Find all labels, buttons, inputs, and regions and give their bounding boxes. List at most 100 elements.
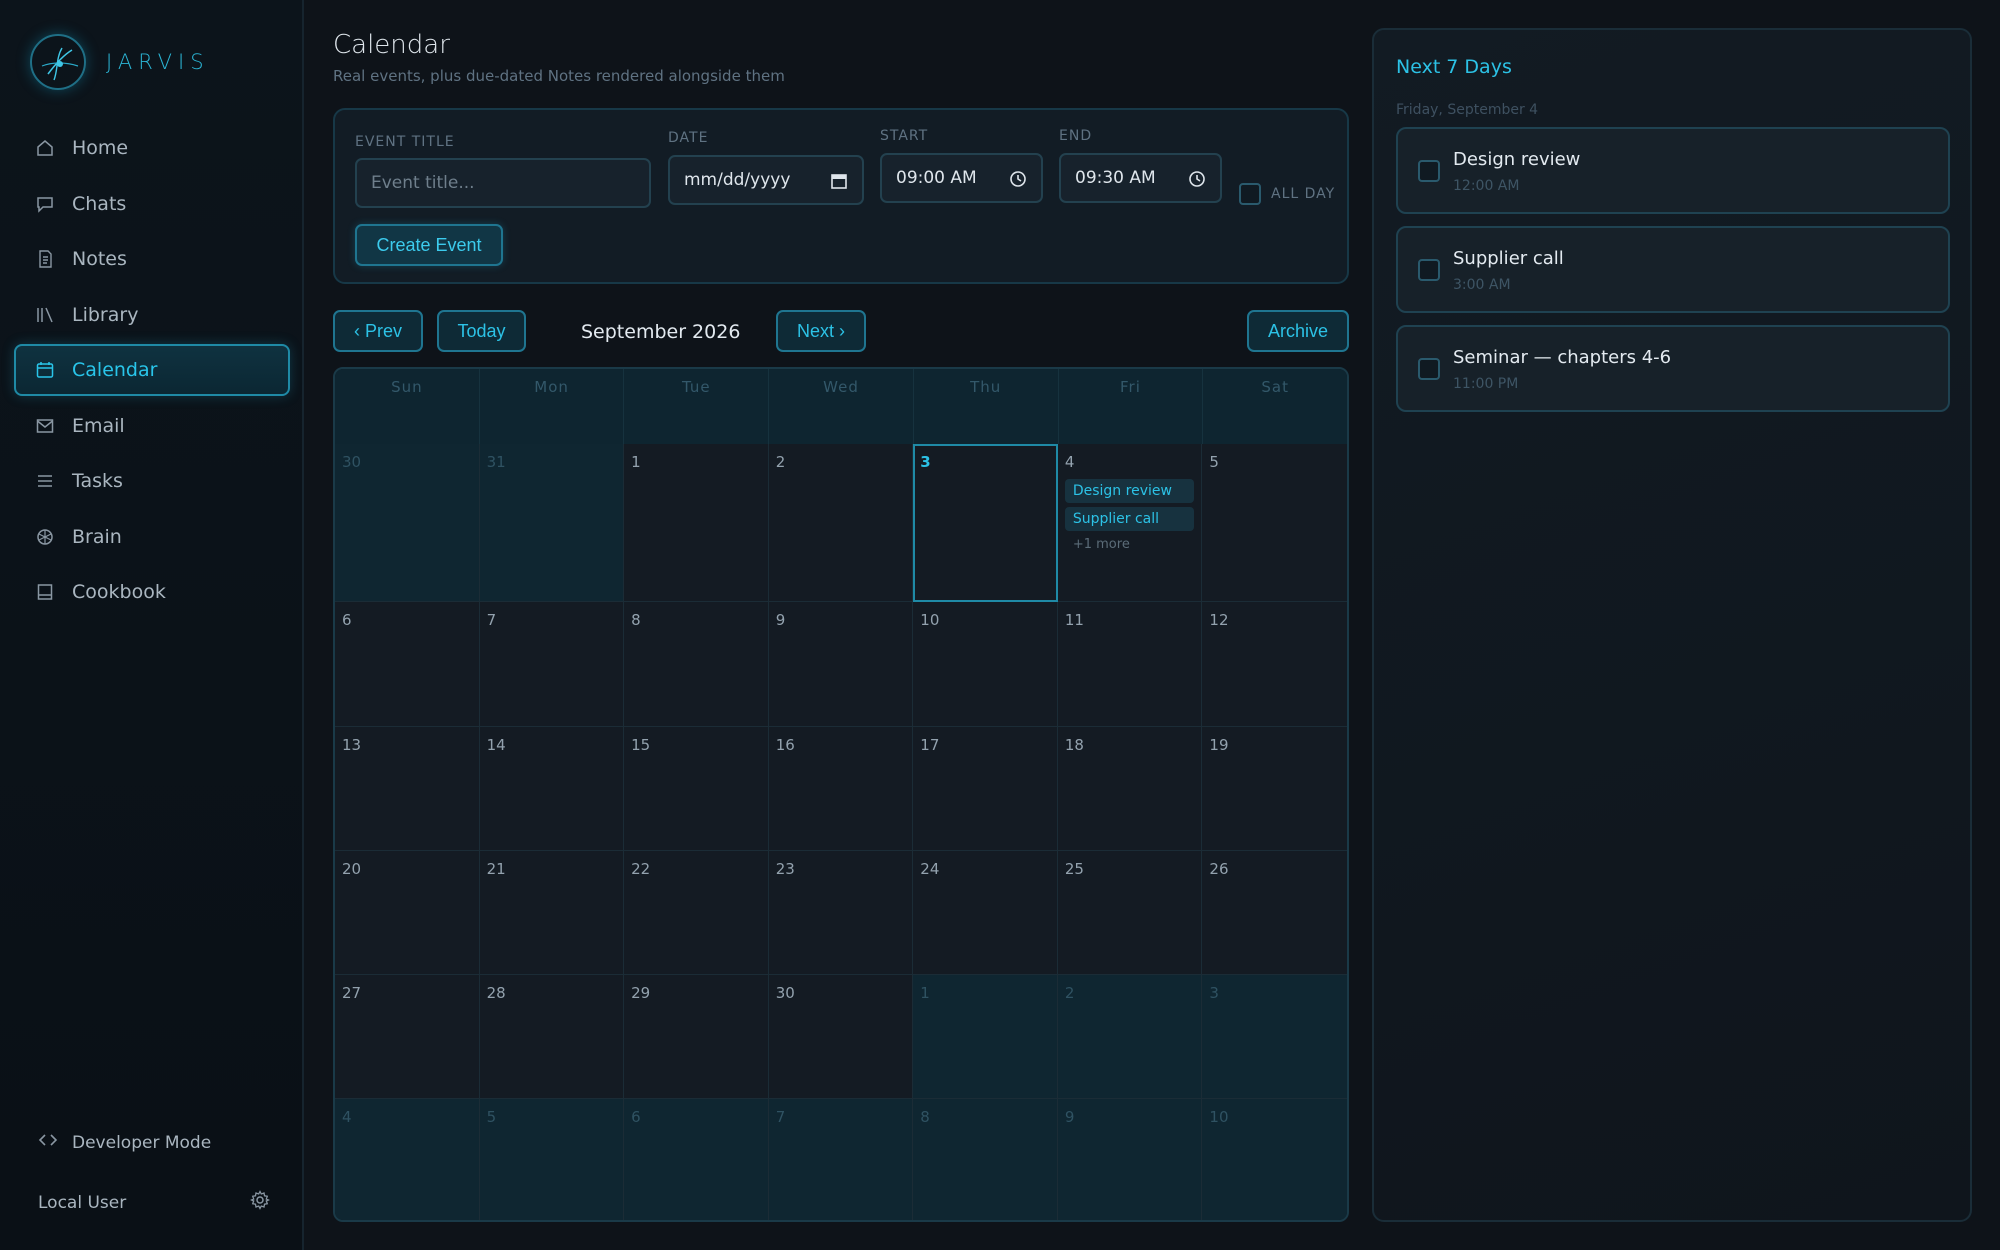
date-input[interactable]: mm/dd/yyyy: [668, 155, 864, 205]
calendar-day[interactable]: 7: [479, 602, 625, 727]
event-chip[interactable]: Design review: [1064, 479, 1195, 503]
upcoming-panel: Next 7 Days Friday, September 4 Design r…: [1372, 28, 1972, 1222]
calendar-day[interactable]: 7: [768, 1099, 914, 1220]
calendar-day[interactable]: 14: [479, 727, 625, 851]
mail-icon: [34, 415, 56, 437]
day-number: 7: [775, 1108, 786, 1126]
calendar-day[interactable]: 21: [479, 851, 625, 975]
calendar-day[interactable]: 3: [1202, 975, 1347, 1099]
calendar-picker-icon[interactable]: [830, 172, 848, 190]
day-number: 4: [342, 1108, 352, 1126]
calendar-day[interactable]: 25: [1057, 851, 1203, 975]
agenda-item-checkbox[interactable]: [1418, 259, 1440, 281]
next-month-button[interactable]: Next ›: [776, 310, 866, 352]
calendar-day[interactable]: 29: [624, 975, 769, 1099]
day-number: 28: [486, 984, 506, 1002]
agenda-item-checkbox[interactable]: [1418, 358, 1440, 380]
calendar-day[interactable]: 6: [624, 1099, 769, 1220]
sidebar-item-email[interactable]: Email: [14, 400, 290, 452]
sidebar-item-tasks[interactable]: Tasks: [14, 455, 290, 507]
weekday-label: Wed: [769, 369, 914, 444]
agenda-item-title: Seminar — chapters 4-6: [1453, 347, 1672, 368]
day-number: 5: [1209, 453, 1219, 471]
agenda-item-time: 11:00 PM: [1453, 376, 1519, 392]
sidebar-item-calendar[interactable]: Calendar: [14, 344, 290, 396]
page-title: Calendar: [333, 30, 450, 60]
calendar-day[interactable]: 11: [1057, 602, 1203, 727]
calendar-day[interactable]: 9: [1057, 1099, 1203, 1220]
calendar-day[interactable]: 8: [624, 602, 769, 727]
sidebar-item-notes[interactable]: Notes: [14, 233, 290, 285]
create-event-button[interactable]: Create Event: [355, 224, 503, 266]
day-number: 13: [342, 736, 362, 754]
calendar-day[interactable]: 2: [1057, 975, 1203, 1099]
calendar-day[interactable]: 12: [1202, 602, 1347, 727]
start-time-input[interactable]: 09:00 AM: [880, 153, 1043, 203]
calendar-day[interactable]: 5: [479, 1099, 625, 1220]
calendar-day[interactable]: 17: [913, 727, 1058, 851]
settings-gear-icon[interactable]: [249, 1190, 271, 1215]
calendar-day[interactable]: 1: [624, 444, 769, 602]
calendar-day[interactable]: 31: [479, 444, 625, 602]
calendar-day[interactable]: 30: [768, 975, 914, 1099]
agenda-item[interactable]: Supplier call 3:00 AM: [1396, 226, 1950, 313]
calendar-day[interactable]: 27: [335, 975, 480, 1099]
calendar-day[interactable]: 2: [768, 444, 914, 602]
today-button[interactable]: Today: [437, 310, 526, 352]
calendar-day[interactable]: 19: [1202, 727, 1347, 851]
calendar-day[interactable]: 15: [624, 727, 769, 851]
calendar-day[interactable]: 26: [1202, 851, 1347, 975]
calendar-day[interactable]: 23: [768, 851, 914, 975]
prev-month-button[interactable]: ‹ Prev: [333, 310, 423, 352]
clock-icon[interactable]: [1009, 170, 1027, 188]
book-icon: [34, 581, 56, 603]
calendar-day-today[interactable]: 3: [913, 444, 1058, 602]
calendar-day[interactable]: 1: [913, 975, 1058, 1099]
month-title: September 2026: [581, 321, 741, 343]
list-icon: [34, 470, 56, 492]
all-day-toggle[interactable]: ALL DAY: [1239, 183, 1335, 205]
calendar-day[interactable]: 9: [768, 602, 914, 727]
archive-button[interactable]: Archive: [1247, 310, 1349, 352]
weekday-header: Sun Mon Tue Wed Thu Fri Sat: [335, 369, 1347, 444]
developer-mode-toggle[interactable]: Developer Mode: [38, 1130, 211, 1155]
sidebar-item-label: Email: [72, 414, 125, 437]
day-number: 2: [1064, 984, 1075, 1002]
calendar-day[interactable]: 24: [913, 851, 1058, 975]
calendar-day[interactable]: 6: [335, 602, 480, 727]
developer-mode-label: Developer Mode: [72, 1132, 212, 1153]
calendar-day[interactable]: 13: [335, 727, 480, 851]
brand[interactable]: JARVIS: [30, 34, 210, 90]
more-events-link[interactable]: +1 more: [1065, 537, 1195, 552]
calendar-day[interactable]: 10: [1202, 1099, 1347, 1220]
agenda-item[interactable]: Design review 12:00 AM: [1396, 127, 1950, 214]
calendar-day[interactable]: 4: [335, 1099, 480, 1220]
calendar-day[interactable]: 20: [335, 851, 480, 975]
sidebar-item-cookbook[interactable]: Cookbook: [14, 566, 290, 618]
sidebar-item-home[interactable]: Home: [14, 122, 290, 174]
event-title-input[interactable]: Event title...: [355, 158, 651, 208]
day-number: 3: [920, 453, 931, 471]
sidebar-item-brain[interactable]: Brain: [14, 511, 290, 563]
calendar-day[interactable]: 18: [1057, 727, 1203, 851]
calendar-day[interactable]: 22: [624, 851, 769, 975]
calendar-day[interactable]: 10: [913, 602, 1058, 727]
agenda-item[interactable]: Seminar — chapters 4-6 11:00 PM: [1396, 325, 1950, 412]
calendar-day[interactable]: 5: [1202, 444, 1347, 602]
day-number: 16: [775, 736, 795, 754]
end-time-input[interactable]: 09:30 AM: [1059, 153, 1222, 203]
calendar-day[interactable]: 4 Design review Supplier call +1 more: [1057, 444, 1203, 602]
agenda-item-checkbox[interactable]: [1418, 160, 1440, 182]
date-value: mm/dd/yyyy: [684, 170, 791, 190]
clock-icon[interactable]: [1188, 170, 1206, 188]
user-name: Local User: [38, 1192, 127, 1213]
event-chip[interactable]: Supplier call: [1064, 507, 1195, 531]
weekday-label: Fri: [1059, 369, 1204, 444]
sidebar-item-library[interactable]: Library: [14, 289, 290, 341]
calendar-day[interactable]: 28: [479, 975, 625, 1099]
sidebar-item-chats[interactable]: Chats: [14, 178, 290, 230]
calendar-day[interactable]: 16: [768, 727, 914, 851]
calendar-day[interactable]: 8: [913, 1099, 1058, 1220]
all-day-checkbox[interactable]: [1239, 183, 1261, 205]
calendar-day[interactable]: 30: [335, 444, 480, 602]
